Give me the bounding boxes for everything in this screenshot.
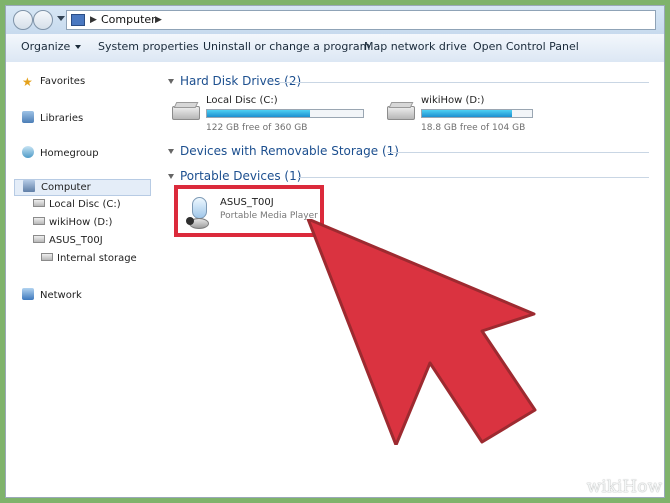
drive-name: wikiHow (D:) bbox=[421, 95, 485, 106]
drive-item-wikihow[interactable]: wikiHow (D:) 18.8 GB free of 104 GB bbox=[377, 95, 597, 135]
sidebar-item-internal-storage[interactable]: Internal storage bbox=[41, 253, 137, 264]
pointer-arrow-icon bbox=[306, 219, 537, 445]
library-icon bbox=[22, 111, 34, 123]
section-divider bbox=[387, 152, 649, 153]
hard-disk-drives-header[interactable]: Hard Disk Drives (2) bbox=[168, 74, 301, 88]
hard-disk-icon bbox=[387, 102, 415, 120]
sidebar-item-computer[interactable]: Computer bbox=[14, 179, 151, 196]
hard-disk-icon bbox=[33, 217, 45, 225]
drive-capacity-fill bbox=[422, 110, 513, 117]
sidebar-item-label: Favorites bbox=[40, 76, 86, 87]
organize-button[interactable]: Organize bbox=[21, 40, 82, 53]
sidebar-item-network[interactable]: Network bbox=[22, 288, 82, 301]
drive-free-space: 18.8 GB free of 104 GB bbox=[421, 123, 526, 133]
section-title: Portable Devices (1) bbox=[180, 169, 302, 183]
section-title: Hard Disk Drives (2) bbox=[180, 74, 302, 88]
sidebar-item-homegroup[interactable]: Homegroup bbox=[22, 146, 99, 159]
sidebar-item-label: Homegroup bbox=[40, 148, 99, 159]
map-network-drive-button[interactable]: Map network drive bbox=[364, 40, 467, 53]
section-divider bbox=[298, 177, 649, 178]
command-bar: Organize System properties Uninstall or … bbox=[6, 34, 664, 63]
drive-capacity-bar bbox=[206, 109, 364, 118]
storage-icon bbox=[41, 253, 53, 261]
homegroup-icon bbox=[22, 146, 34, 158]
chevron-down-icon bbox=[75, 45, 82, 49]
media-player-icon bbox=[33, 235, 45, 243]
collapse-triangle-icon bbox=[168, 174, 174, 179]
network-icon bbox=[22, 288, 34, 300]
sidebar-item-label: Network bbox=[40, 290, 82, 301]
sidebar-item-label: ASUS_T00J bbox=[49, 235, 103, 246]
address-path: Computer bbox=[101, 13, 156, 26]
collapse-triangle-icon bbox=[168, 79, 174, 84]
wikihow-watermark: wikiHow bbox=[586, 477, 662, 497]
address-bar[interactable]: ▶ Computer ▶ bbox=[66, 10, 656, 30]
uninstall-program-button[interactable]: Uninstall or change a program bbox=[203, 40, 370, 53]
organize-label: Organize bbox=[21, 40, 71, 53]
sidebar-item-libraries[interactable]: Libraries bbox=[22, 111, 83, 124]
navigation-dropdown-icon[interactable] bbox=[57, 16, 65, 21]
title-bar: ▶ Computer ▶ bbox=[6, 6, 664, 35]
sidebar-item-label: wikiHow (D:) bbox=[49, 217, 113, 228]
drive-name: Local Disc (C:) bbox=[206, 95, 278, 106]
breadcrumb-arrow-icon: ▶ bbox=[155, 15, 162, 25]
portable-devices-header[interactable]: Portable Devices (1) bbox=[168, 169, 301, 183]
star-icon: ★ bbox=[22, 75, 33, 89]
hard-disk-icon bbox=[33, 199, 45, 207]
drive-capacity-fill bbox=[207, 110, 311, 117]
computer-icon bbox=[23, 180, 35, 192]
sidebar-item-local-disc[interactable]: Local Disc (C:) bbox=[33, 199, 121, 210]
drive-free-space: 122 GB free of 360 GB bbox=[206, 123, 308, 133]
sidebar-item-favorites[interactable]: ★ Favorites bbox=[22, 75, 86, 89]
sidebar-item-label: Computer bbox=[41, 182, 91, 193]
collapse-triangle-icon bbox=[168, 149, 174, 154]
system-properties-button[interactable]: System properties bbox=[98, 40, 199, 53]
drive-item-local-disc[interactable]: Local Disc (C:) 122 GB free of 360 GB bbox=[162, 95, 382, 135]
sidebar-item-label: Local Disc (C:) bbox=[49, 199, 121, 210]
drive-capacity-bar bbox=[421, 109, 533, 118]
hard-disk-icon bbox=[172, 102, 200, 120]
sidebar-item-wikihow-drive[interactable]: wikiHow (D:) bbox=[33, 217, 112, 228]
navigation-pane: ★ Favorites Libraries Homegroup Computer … bbox=[6, 62, 153, 497]
forward-button[interactable] bbox=[33, 10, 53, 30]
screenshot-frame: ▶ Computer ▶ Organize System properties … bbox=[0, 0, 670, 503]
media-player-icon bbox=[186, 194, 212, 230]
back-button[interactable] bbox=[13, 10, 33, 30]
section-title: Devices with Removable Storage (1) bbox=[180, 144, 399, 158]
sidebar-item-label: Libraries bbox=[40, 113, 84, 124]
removable-storage-header[interactable]: Devices with Removable Storage (1) bbox=[168, 144, 399, 158]
open-control-panel-button[interactable]: Open Control Panel bbox=[473, 40, 579, 53]
sidebar-item-label: Internal storage bbox=[57, 253, 137, 264]
breadcrumb-arrow-icon: ▶ bbox=[90, 15, 97, 25]
device-name: ASUS_T00J bbox=[220, 197, 274, 208]
sidebar-item-asus[interactable]: ASUS_T00J bbox=[33, 235, 103, 246]
computer-icon bbox=[71, 14, 85, 26]
section-divider bbox=[277, 82, 649, 83]
